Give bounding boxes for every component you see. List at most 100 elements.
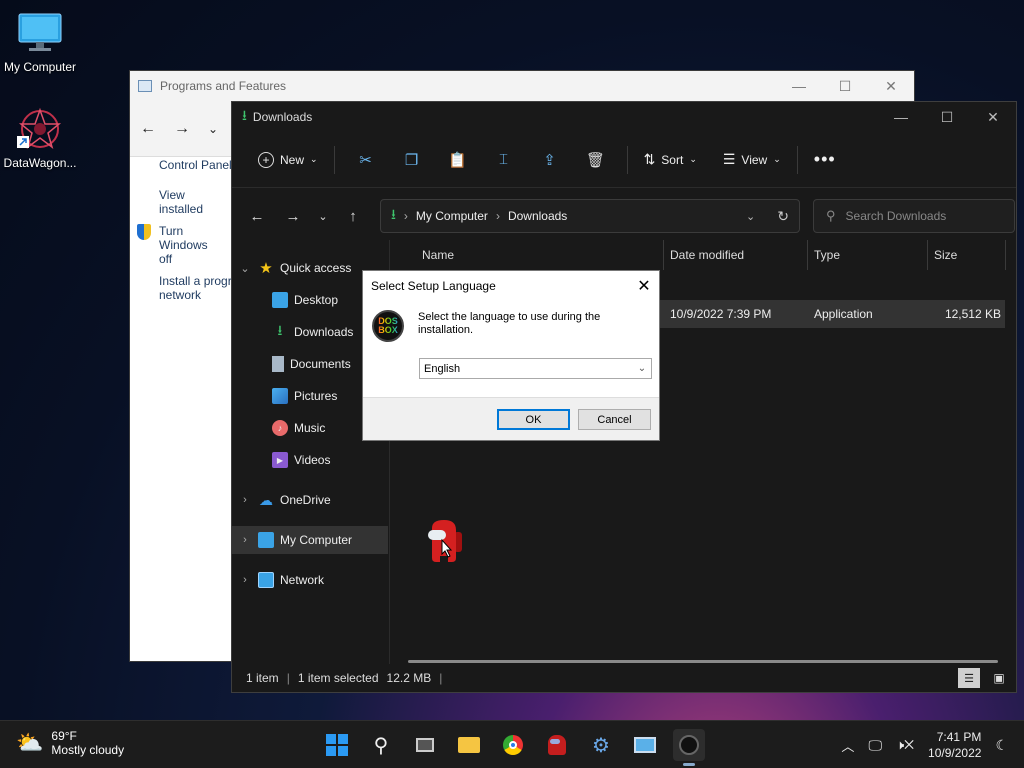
maximize-button[interactable]: ☐ <box>924 109 970 126</box>
cut-icon[interactable]: ✂ <box>351 145 381 175</box>
dosbox-taskbar-button[interactable] <box>673 729 705 766</box>
more-options-button[interactable]: ••• <box>806 144 844 176</box>
column-divider[interactable] <box>807 240 808 270</box>
turn-windows-features-link[interactable]: Turn Windows <box>159 224 208 252</box>
start-button[interactable] <box>321 729 353 761</box>
download-icon: ⭳ <box>277 322 283 338</box>
setup-language-dialog[interactable]: Select Setup Language ✕ DOS BOX Select t… <box>362 270 660 441</box>
install-program-link-line2[interactable]: network <box>159 288 232 302</box>
install-program-link[interactable]: Install a progr <box>159 274 232 288</box>
toolbar-divider <box>333 145 335 174</box>
column-header-name[interactable]: Name <box>422 240 454 270</box>
among-us-cursor-icon <box>426 518 464 566</box>
chevron-right-icon[interactable]: › <box>232 534 258 546</box>
chevron-up-icon[interactable]: ︿ <box>841 736 854 755</box>
forward-arrow-icon[interactable]: → <box>278 208 308 225</box>
nav-my-computer[interactable]: › My Computer <box>232 526 388 554</box>
back-arrow-icon[interactable]: ← <box>242 208 272 225</box>
file-explorer-taskbar-button[interactable] <box>453 729 485 761</box>
chevron-down-icon[interactable]: ⌄ <box>232 262 258 275</box>
sort-label: Sort <box>661 152 684 167</box>
chrome-icon <box>503 735 523 755</box>
download-icon: ⭳ <box>391 206 396 222</box>
music-icon: ♪ <box>272 420 288 436</box>
search-icon: ⚲ <box>826 208 836 223</box>
weather-widget[interactable]: ⛅ 69°F Mostly cloudy <box>16 729 124 757</box>
nav-videos[interactable]: ▶ Videos <box>232 446 388 474</box>
search-input[interactable]: ⚲ Search Downloads <box>813 199 1015 233</box>
desktop-folder-icon <box>272 292 288 308</box>
desktop-icon-my-computer[interactable]: My Computer <box>0 10 80 74</box>
settings-taskbar-button[interactable]: ⚙ <box>585 729 617 761</box>
cancel-button[interactable]: Cancel <box>578 409 651 430</box>
side-panel: Control Panel View installed Turn Window… <box>130 158 232 302</box>
column-header-size[interactable]: Size <box>934 240 957 270</box>
network-monitor-icon[interactable]: 🖵 <box>868 737 882 754</box>
chevron-right-icon[interactable]: › <box>232 494 258 506</box>
rename-icon[interactable]: ⌶ <box>489 145 519 175</box>
chevron-down-icon[interactable]: ⌄ <box>746 210 755 223</box>
pictures-icon <box>272 388 288 404</box>
chevron-right-icon[interactable]: › <box>232 574 258 586</box>
nav-label: Desktop <box>294 293 339 307</box>
view-installed-updates-link[interactable]: View installed <box>159 188 232 216</box>
title-bar[interactable]: Programs and Features — ☐ ✕ <box>130 71 914 101</box>
task-view-button[interactable] <box>409 729 441 761</box>
column-header-type[interactable]: Type <box>814 240 840 270</box>
breadcrumb-downloads[interactable]: Downloads <box>508 209 567 223</box>
ok-button[interactable]: OK <box>497 409 570 430</box>
back-arrow-icon[interactable]: ← <box>140 120 156 138</box>
selected-language: English <box>424 362 461 375</box>
column-divider[interactable] <box>927 240 928 270</box>
volume-muted-icon[interactable]: 🕨✕ <box>896 737 914 753</box>
up-arrow-icon[interactable]: ↑ <box>338 208 368 225</box>
desktop-icon-datawagon[interactable]: DataWagon... <box>0 106 80 170</box>
recent-locations-icon[interactable]: ⌄ <box>308 210 338 223</box>
close-button[interactable]: ✕ <box>970 109 1016 126</box>
new-button[interactable]: + New ⌄ <box>250 144 326 176</box>
nav-label: Videos <box>294 453 331 467</box>
address-bar[interactable]: ⭳ › My Computer › Downloads ⌄ ↻ <box>380 199 800 233</box>
view-button[interactable]: ☰ View ⌄ <box>715 144 789 176</box>
chevron-down-icon[interactable]: ⌄ <box>208 122 218 136</box>
search-button[interactable]: ⚲ <box>365 729 397 761</box>
delete-icon[interactable]: 🗑 <box>581 145 611 175</box>
copy-icon[interactable]: ❐ <box>397 145 427 175</box>
focus-assist-moon-icon[interactable]: ☾ <box>995 737 1008 754</box>
nav-label: Pictures <box>294 389 338 403</box>
control-panel-taskbar-button[interactable] <box>629 729 661 761</box>
breadcrumb-separator-icon: › <box>403 209 408 223</box>
tiles-view-button[interactable]: ▣ <box>988 668 1010 688</box>
sort-button[interactable]: ⇅ Sort ⌄ <box>636 144 705 176</box>
nav-onedrive[interactable]: › ☁ OneDrive <box>232 486 388 514</box>
language-select[interactable]: English ⌄ <box>419 358 652 379</box>
among-us-icon <box>548 735 566 755</box>
view-label: View <box>741 152 768 167</box>
turn-windows-features-link-line2[interactable]: off <box>159 252 232 266</box>
forward-arrow-icon[interactable]: → <box>174 120 190 138</box>
among-us-taskbar-button[interactable] <box>541 729 573 761</box>
column-header-date[interactable]: Date modified <box>670 240 744 270</box>
close-button[interactable]: ✕ <box>868 78 914 95</box>
share-icon[interactable]: ⇪ <box>535 145 565 175</box>
weather-description: Mostly cloudy <box>51 743 125 757</box>
minimize-button[interactable]: — <box>776 78 822 95</box>
minimize-button[interactable]: — <box>878 109 924 126</box>
dialog-title-bar[interactable]: Select Setup Language ✕ <box>363 271 659 301</box>
star-icon: ★ <box>259 260 273 277</box>
column-divider[interactable] <box>663 240 664 270</box>
maximize-button[interactable]: ☐ <box>822 78 868 95</box>
horizontal-scrollbar[interactable] <box>408 660 998 663</box>
column-divider[interactable] <box>1005 240 1006 270</box>
close-icon[interactable]: ✕ <box>629 276 659 296</box>
paste-icon[interactable]: 📋 <box>443 145 473 175</box>
nav-network[interactable]: › Network <box>232 566 388 594</box>
refresh-icon[interactable]: ↻ <box>777 208 789 225</box>
control-panel-link[interactable]: Control Panel <box>159 158 232 172</box>
title-bar[interactable]: ⭳ Downloads — ☐ ✕ <box>232 102 1016 132</box>
details-view-button[interactable]: ☰ <box>958 668 980 688</box>
clock[interactable]: 7:41 PM 10/9/2022 <box>928 729 981 761</box>
active-indicator <box>683 763 695 766</box>
breadcrumb-my-computer[interactable]: My Computer <box>416 209 488 223</box>
chrome-taskbar-button[interactable] <box>497 729 529 761</box>
